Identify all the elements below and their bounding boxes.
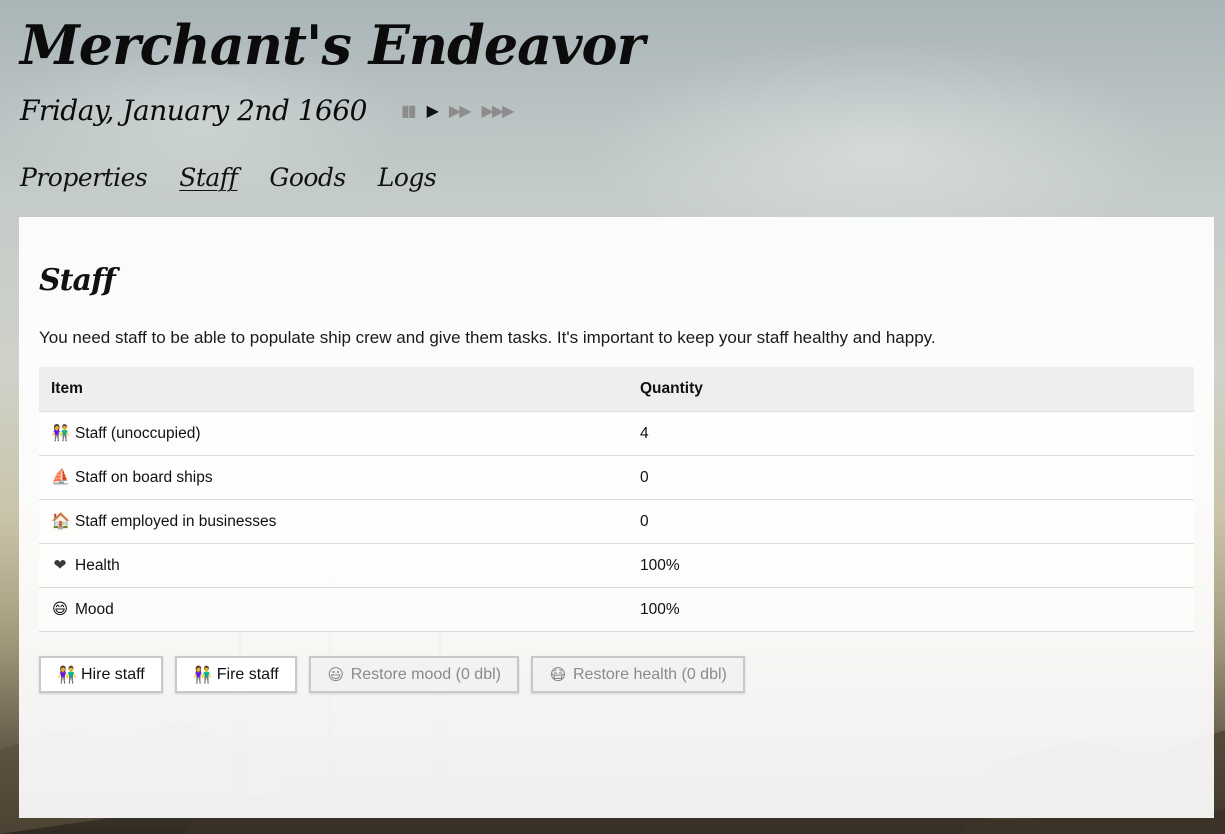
play-icon[interactable]: ▶	[427, 101, 439, 120]
row-label: Staff employed in businesses	[75, 513, 277, 530]
row-label: Staff (unoccupied)	[75, 425, 201, 442]
row-item-cell: 👫 Staff (unoccupied)	[39, 411, 628, 456]
restore-mood-label: Restore mood (0 dbl)	[350, 665, 501, 683]
nav-logs[interactable]: Logs	[378, 163, 437, 192]
people-holding-hands-icon: 👫	[192, 665, 213, 684]
restore-health-button[interactable]: 😷 Restore health (0 dbl)	[530, 656, 745, 693]
row-quantity: 0	[628, 499, 1194, 544]
column-header-item: Item	[39, 367, 628, 412]
table-row: 😄 Mood 100%	[39, 587, 1194, 632]
row-label: Staff on board ships	[75, 469, 213, 486]
table-row: 👫 Staff (unoccupied) 4	[39, 411, 1194, 456]
smiley-icon: 😃	[327, 665, 345, 684]
row-quantity: 100%	[628, 543, 1194, 588]
restore-health-label: Restore health (0 dbl)	[572, 665, 727, 683]
black-heart-icon: ❤	[53, 556, 67, 574]
row-item-cell: 😄 Mood	[39, 587, 628, 632]
date-row: Friday, January 2nd 1660 ▮▮ ▶ ▶▶ ▶▶▶	[20, 90, 515, 130]
column-header-quantity: Quantity	[628, 367, 1194, 412]
main-nav: Properties Staff Goods Logs	[20, 163, 437, 192]
row-label: Health	[75, 557, 120, 574]
medical-mask-icon: 😷	[549, 665, 567, 684]
fire-staff-label: Fire staff	[216, 665, 279, 683]
smiling-face-icon: 😄	[51, 600, 69, 618]
hire-staff-button[interactable]: 👫 Hire staff	[39, 656, 163, 693]
row-item-cell: ❤ Health	[39, 543, 628, 588]
nav-properties[interactable]: Properties	[20, 163, 148, 192]
nav-goods[interactable]: Goods	[269, 163, 346, 192]
speed-controls: ▮▮ ▶ ▶▶ ▶▶▶	[401, 101, 515, 120]
people-holding-hands-icon: 👫	[57, 665, 77, 684]
sailboat-icon: ⛵	[51, 468, 71, 486]
section-description: You need staff to be able to populate sh…	[39, 328, 936, 347]
row-quantity: 4	[628, 411, 1194, 456]
table-row: 🏠 Staff employed in businesses 0	[39, 499, 1194, 544]
section-title: Staff	[39, 263, 116, 298]
app-title: Merchant's Endeavor	[20, 13, 645, 77]
game-date: Friday, January 2nd 1660	[20, 93, 368, 127]
table-row: ❤ Health 100%	[39, 543, 1194, 588]
fast-forward-icon[interactable]: ▶▶	[449, 101, 472, 120]
pause-icon[interactable]: ▮▮	[401, 101, 417, 120]
staff-actions: 👫 Hire staff 👫 Fire staff 😃 Restore mood (0…	[39, 656, 745, 693]
fire-staff-button[interactable]: 👫 Fire staff	[174, 656, 297, 693]
row-item-cell: ⛵ Staff on board ships	[39, 455, 628, 500]
table-row: ⛵ Staff on board ships 0	[39, 455, 1194, 500]
row-item-cell: 🏠 Staff employed in businesses	[39, 499, 628, 544]
nav-staff[interactable]: Staff	[179, 163, 238, 192]
row-quantity: 100%	[628, 587, 1194, 632]
staff-table: Item Quantity 👫 Staff (unoccupied) 4 ⛵ Sta…	[39, 367, 1194, 632]
house-icon: 🏠	[51, 512, 71, 530]
table-header-row: Item Quantity	[39, 367, 1194, 412]
content-panel: Staff You need staff to be able to popul…	[19, 217, 1214, 818]
row-quantity: 0	[628, 455, 1194, 500]
restore-mood-button[interactable]: 😃 Restore mood (0 dbl)	[308, 656, 519, 693]
fastest-forward-icon[interactable]: ▶▶▶	[482, 101, 515, 120]
hire-staff-label: Hire staff	[81, 665, 145, 683]
app-header: Merchant's Endeavor	[20, 6, 645, 84]
people-holding-hands-icon: 👫	[51, 424, 71, 442]
row-label: Mood	[75, 601, 114, 618]
